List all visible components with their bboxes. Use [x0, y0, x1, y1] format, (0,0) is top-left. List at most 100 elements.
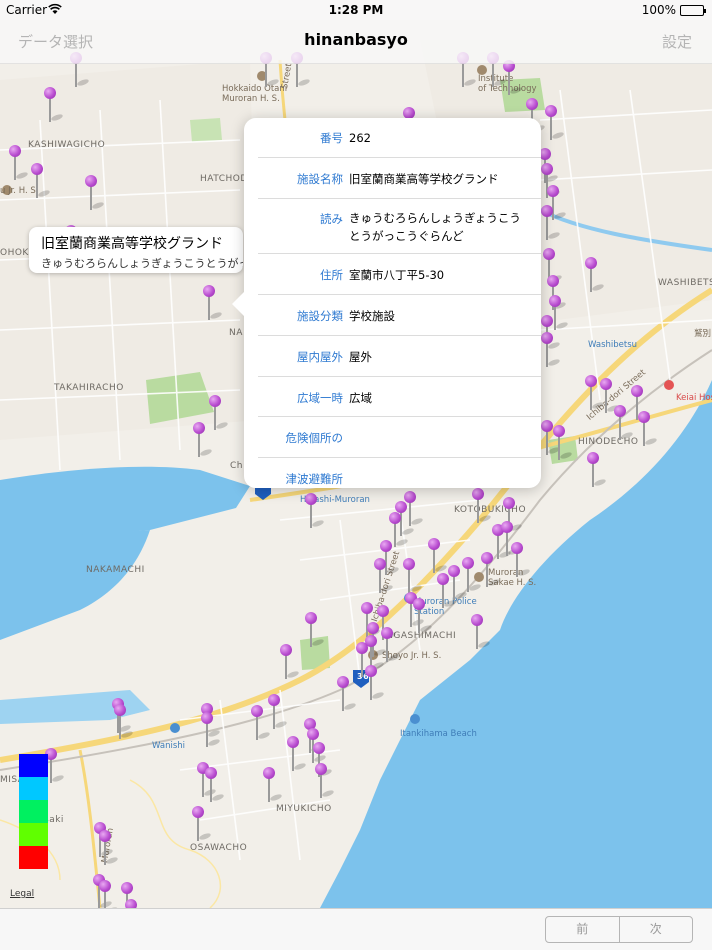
shelter-pin[interactable] — [373, 558, 394, 594]
map-label-miyukicho: MIYUKICHO — [276, 804, 332, 814]
shelter-pin[interactable] — [380, 627, 401, 663]
prev-button[interactable]: 前 — [546, 917, 619, 942]
detail-row-indoor-outdoor: 屋内屋外 屋外 — [258, 336, 541, 377]
detail-row-wide-area: 広域一時 広域 — [258, 377, 541, 417]
detail-label: 広域一時 — [297, 391, 343, 405]
shelter-pin[interactable] — [98, 880, 119, 908]
shelter-pin[interactable] — [84, 175, 105, 211]
map-label-hokkaido-otani: Hokkaido Otani Muroran H. S. — [222, 84, 288, 104]
shelter-pin[interactable] — [586, 452, 607, 488]
shelter-pin[interactable] — [470, 614, 491, 650]
shelter-pin[interactable] — [202, 285, 223, 321]
shelter-pin[interactable] — [480, 552, 501, 588]
status-bar: Carrier 1:28 PM 100% — [0, 0, 712, 20]
shelter-pin[interactable] — [113, 704, 134, 740]
settings-button[interactable]: 設定 — [662, 31, 692, 52]
shelter-pin[interactable] — [584, 375, 605, 411]
shelter-pin[interactable] — [286, 736, 307, 772]
detail-label: 読み — [320, 212, 343, 226]
shelter-pin[interactable] — [552, 425, 573, 461]
shelter-pin[interactable] — [510, 542, 531, 578]
shelter-pin[interactable] — [250, 705, 271, 741]
shelter-pin[interactable] — [279, 644, 300, 680]
detail-label: 住所 — [320, 268, 343, 282]
shelter-pin[interactable] — [336, 676, 357, 712]
shelter-pin[interactable] — [502, 60, 523, 96]
shelter-pin[interactable] — [191, 806, 212, 842]
shelter-pin[interactable] — [304, 493, 325, 529]
shelter-pin[interactable] — [613, 405, 634, 441]
detail-value: 室蘭市八丁平5-30 — [349, 268, 445, 282]
detail-value: 広域 — [349, 391, 372, 405]
data-select-button[interactable]: データ選択 — [18, 31, 93, 52]
detail-value: 旧室蘭商業高等学校グランド — [349, 172, 499, 186]
map-label-washibetsu-area: WASHIBETS — [658, 278, 712, 288]
shelter-pin[interactable] — [304, 612, 325, 648]
shelter-pin[interactable] — [124, 899, 138, 908]
map-label-keiai: Keiai Hospital — [676, 393, 712, 403]
shelter-pin[interactable] — [436, 573, 457, 609]
detail-label: 施設分類 — [297, 309, 343, 323]
shelter-pin[interactable] — [192, 422, 213, 458]
detail-label: 施設名称 — [297, 172, 343, 186]
popover-arrow — [232, 292, 244, 316]
map-label-washibetsu-station: Washibetsu — [588, 340, 638, 350]
detail-value: 学校施設 — [349, 309, 395, 323]
next-button[interactable]: 次 — [618, 917, 693, 942]
legend-swatch — [19, 823, 48, 846]
shelter-pin[interactable] — [599, 378, 620, 414]
shelter-pin[interactable] — [43, 87, 64, 123]
map-label-wanishi: Wanishi — [152, 741, 185, 751]
map-label-washibetsu-kanji: 鷲別 — [694, 329, 712, 339]
shelter-pin[interactable] — [584, 257, 605, 293]
detail-label: 番号 — [320, 131, 343, 145]
shelter-pin[interactable] — [200, 712, 221, 748]
map-label-nakamachi: NAKAMACHI — [86, 565, 145, 575]
detail-label: 津波避難所 — [285, 472, 344, 486]
shelter-pin[interactable] — [540, 332, 561, 368]
detail-row-reading: 読み きゅうむろらんしょうぎょうこうとうがっこうぐらんど — [258, 199, 541, 254]
shelter-pin[interactable] — [461, 557, 482, 593]
detail-label: 危険個所の — [285, 431, 344, 445]
shelter-pin[interactable] — [98, 830, 119, 866]
legend-swatch — [19, 777, 48, 800]
detail-row-danger: 危険個所の — [258, 417, 541, 458]
battery-icon — [680, 5, 706, 16]
shelter-pin[interactable] — [314, 763, 335, 799]
map-label-itankihama: Itankihama Beach — [400, 729, 477, 739]
map-label-takahiracho: TAKAHIRACHO — [54, 383, 124, 393]
detail-value: きゅうむろらんしょうぎょうこうとうがっこうぐらんど — [349, 211, 521, 243]
shelter-pin[interactable] — [8, 145, 29, 181]
pin-callout[interactable]: 旧室蘭商業高等学校グランド きゅうむろらんしょうぎょうこうとうがっこうぐらんど — [29, 227, 243, 273]
shelter-pin[interactable] — [262, 767, 283, 803]
shelter-pin[interactable] — [204, 767, 225, 803]
detail-label: 屋内屋外 — [297, 350, 343, 364]
shelter-pin[interactable] — [402, 558, 423, 594]
prev-next-segmented-control: 前 次 — [545, 916, 693, 943]
map-label-nai: NA — [229, 328, 243, 338]
legend-swatch — [19, 754, 48, 777]
legal-link[interactable]: Legal — [10, 889, 34, 899]
shelter-pin[interactable] — [364, 665, 385, 701]
shelter-pin[interactable] — [208, 395, 229, 431]
color-legend — [19, 754, 48, 869]
detail-row-address: 住所 室蘭市八丁平5-30 — [258, 254, 541, 295]
shelter-pin[interactable] — [637, 411, 658, 447]
callout-subtitle: きゅうむろらんしょうぎょうこうとうがっこうぐらんど — [41, 257, 243, 270]
navigation-bar: データ選択 hinanbasyo 設定 — [0, 20, 712, 64]
shelter-pin[interactable] — [412, 598, 433, 634]
shelter-pin[interactable] — [267, 694, 288, 730]
shelter-pin[interactable] — [544, 105, 565, 141]
shelter-pin[interactable] — [427, 538, 448, 574]
callout-title: 旧室蘭商業高等学校グランド — [41, 236, 223, 252]
map-label-hoki: OHOK — [0, 248, 29, 258]
detail-popover: 番号 262 施設名称 旧室蘭商業高等学校グランド 読み きゅうむろらんしょうぎ… — [244, 118, 541, 488]
shelter-pin[interactable] — [471, 488, 492, 524]
map-label-hatchodaira: HATCHOD — [200, 174, 248, 184]
detail-value: 屋外 — [349, 350, 372, 364]
clock: 1:28 PM — [328, 3, 384, 17]
detail-row-number: 番号 262 — [258, 118, 541, 158]
shelter-pin[interactable] — [540, 205, 561, 241]
shelter-pin[interactable] — [30, 163, 51, 199]
legend-swatch — [19, 846, 48, 869]
